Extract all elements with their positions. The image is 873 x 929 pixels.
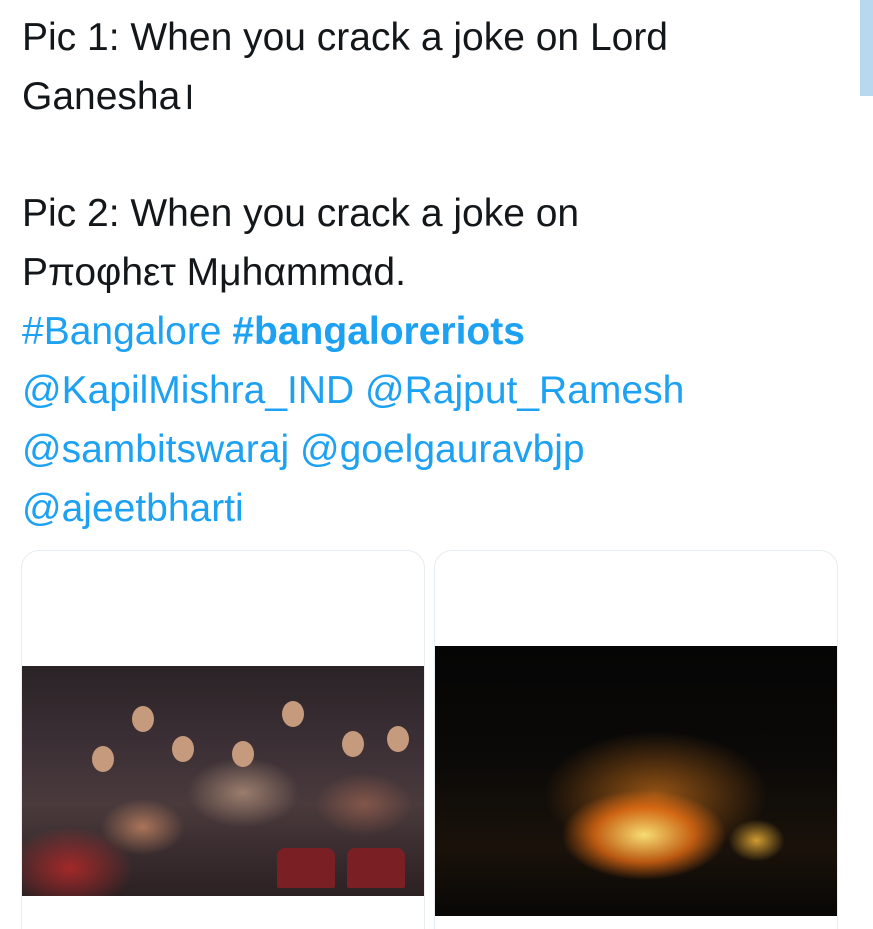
audience-head (172, 736, 194, 762)
media-card-right[interactable] (434, 550, 838, 929)
hashtag-link[interactable]: #Bangalore (22, 310, 222, 353)
audience-head (132, 706, 154, 732)
theater-seat (347, 848, 405, 888)
audience-head (282, 701, 304, 727)
audience-head (232, 741, 254, 767)
hashtag-link[interactable]: #bangaloreriots (232, 310, 525, 353)
theater-audience-laughing-photo[interactable] (22, 666, 424, 896)
burning-vehicles-night-photo[interactable] (435, 646, 837, 916)
audience-head (387, 726, 409, 752)
audience-head (92, 746, 114, 772)
audience-head (342, 731, 364, 757)
mention-line: @ajeetbharti (22, 479, 852, 538)
mention-link[interactable]: @Rajput_Ramesh (365, 369, 684, 412)
scroll-indicator[interactable] (860, 0, 873, 96)
mention-link[interactable]: @ajeetbharti (22, 487, 244, 530)
mention-link[interactable]: @goelgauravbjp (300, 428, 585, 471)
media-card-left[interactable] (21, 550, 425, 929)
mention-line: @KapilMishra_IND @Rajput_Ramesh (22, 361, 852, 420)
mention-link[interactable]: @KapilMishra_IND (22, 369, 354, 412)
tweet-line: Ρποφhετ Μμhαmmαd. (22, 251, 406, 294)
tweet-line: Ganesha। (22, 75, 196, 118)
tweet-line: Pic 2: When you crack a joke on (22, 192, 580, 235)
tweet-line: Pic 1: When you crack a joke on Lord (22, 16, 668, 59)
mention-line: @sambitswaraj @goelgauravbjp (22, 420, 852, 479)
mention-link[interactable]: @sambitswaraj (22, 428, 289, 471)
hashtag-line: #Bangalore #bangaloreriots (22, 302, 852, 361)
tweet-text: Pic 1: When you crack a joke on Lord Gan… (22, 8, 852, 538)
theater-seat (277, 848, 335, 888)
